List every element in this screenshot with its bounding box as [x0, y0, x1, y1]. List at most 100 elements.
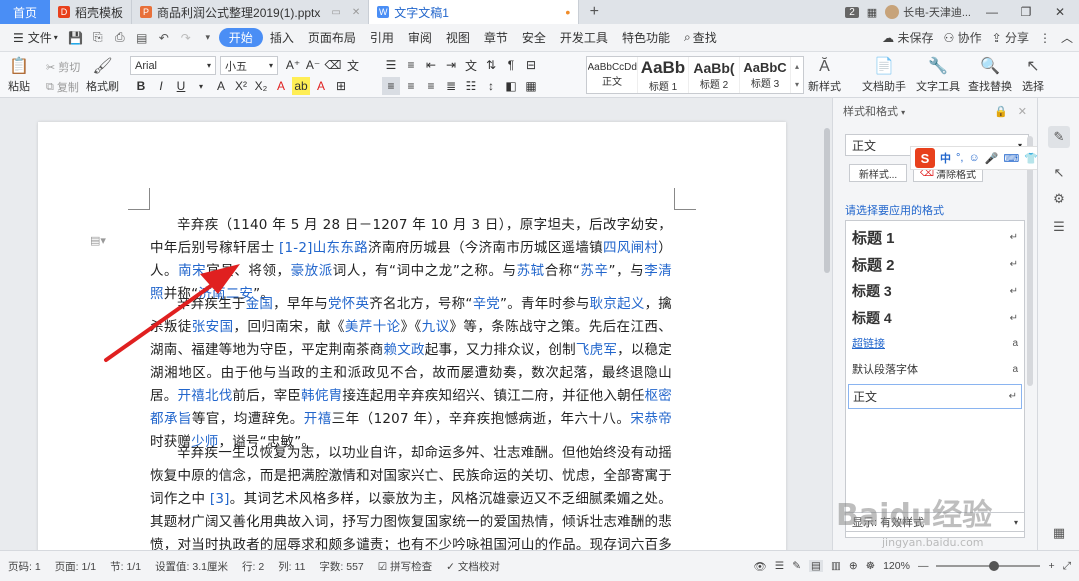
align-right-icon[interactable]: ≡ — [422, 77, 440, 95]
paragraph-layout-icon[interactable]: ▤▾ — [90, 234, 106, 247]
page-count[interactable]: 页面: 1/1 — [55, 559, 96, 574]
search-box[interactable]: ⌕ 查找 — [677, 27, 724, 49]
find-replace-button[interactable]: 🔍 查找替换 — [968, 56, 1012, 94]
close-window-button[interactable]: ✕ — [1047, 5, 1073, 19]
eye-icon[interactable]: 👁 — [753, 560, 766, 573]
new-style-panel-button[interactable]: 新样式... — [849, 164, 907, 182]
zoom-slider[interactable] — [936, 561, 1041, 571]
new-tab-button[interactable]: + — [579, 0, 609, 24]
lock-icon[interactable]: 🔒 — [994, 105, 1008, 118]
save-icon[interactable]: 💾 — [65, 27, 87, 49]
undo-icon[interactable]: ↶ — [153, 27, 175, 49]
mic-icon[interactable]: 🎤 — [985, 152, 999, 165]
align-center-icon[interactable]: ≡ — [402, 77, 420, 95]
word-count[interactable]: 字数: 557 — [319, 559, 363, 574]
style-item-heading-4[interactable]: 标题 4 ↵ — [852, 308, 1018, 328]
line-spacing-icon[interactable]: ↕ — [482, 77, 500, 95]
tab-review[interactable]: 审阅 — [401, 27, 439, 49]
skin-icon[interactable]: 👕 — [1024, 152, 1038, 165]
copy-button[interactable]: ⧉ 复制 — [46, 79, 79, 95]
sliders-icon[interactable]: ☰ — [1048, 216, 1070, 238]
zoom-in-icon[interactable]: + — [1048, 560, 1054, 572]
tab-chapter[interactable]: 章节 — [477, 27, 515, 49]
web-view-icon[interactable]: ⊕ — [849, 560, 858, 572]
redo-icon[interactable]: ↷ — [175, 27, 197, 49]
link[interactable]: 飞虎军 — [576, 342, 617, 358]
style-heading-3[interactable]: AaBbC 标题 3 — [740, 57, 791, 93]
justify-icon[interactable]: ≣ — [442, 77, 460, 95]
shrink-font-icon[interactable]: A⁻ — [304, 56, 322, 74]
link[interactable]: 金国 — [246, 296, 273, 312]
tab-document[interactable]: W 文字文稿1 • — [369, 0, 580, 24]
show-marks-icon[interactable]: ¶ — [502, 56, 520, 74]
page-view-icon[interactable]: ▤ — [809, 560, 823, 572]
home-tab[interactable]: 首页 — [0, 0, 50, 24]
distribute-icon[interactable]: ☷ — [462, 77, 480, 95]
tab-insert[interactable]: 插入 — [263, 27, 301, 49]
grid-icon[interactable]: ▦ — [867, 6, 877, 19]
reading-view-icon[interactable]: ☸ — [866, 560, 875, 572]
text-color-icon[interactable]: A — [312, 77, 330, 95]
link[interactable]: 南宋 — [178, 263, 206, 279]
numbered-list-icon[interactable]: ≡ — [402, 56, 420, 74]
superscript-icon[interactable]: X² — [232, 77, 250, 95]
underline-icon[interactable]: U — [172, 77, 190, 95]
minimize-button[interactable]: — — [979, 5, 1005, 19]
link[interactable]: 耿京起义 — [590, 296, 645, 312]
gallery-scroll[interactable]: ▴ ▾ — [791, 57, 803, 93]
document-page[interactable]: ▤▾ 辛弃疾（1140 年 5 月 28 日－1207 年 10 月 3 日），… — [38, 122, 786, 550]
format-painter-button[interactable]: 🖌 格式刷 — [86, 56, 119, 94]
style-heading-2[interactable]: AaBb( 标题 2 — [689, 57, 740, 93]
section-info[interactable]: 节: 1/1 — [110, 559, 141, 574]
clear-format-icon[interactable]: ⌫ — [324, 56, 342, 74]
link[interactable]: 赖文政 — [384, 342, 425, 358]
link[interactable]: 宋恭帝 — [630, 411, 672, 427]
link[interactable]: 韩侂胄 — [301, 388, 342, 404]
export-icon[interactable]: ⎘ — [87, 27, 109, 49]
adjust-icon[interactable]: ⚙ — [1048, 188, 1070, 210]
more-icon[interactable]: ▾ — [197, 27, 219, 49]
unsaved-status[interactable]: ☁ 未保存 — [882, 29, 933, 46]
share-button[interactable]: ⇪ 分享 — [992, 29, 1029, 46]
select-button[interactable]: ↖ 选择 — [1022, 56, 1044, 94]
close-panel-icon[interactable]: ✕ — [1018, 105, 1027, 118]
list-view-icon[interactable]: ☰ — [775, 560, 784, 572]
paste-button[interactable]: 📋 粘贴 — [8, 56, 30, 94]
tab-developer[interactable]: 开发工具 — [553, 27, 615, 49]
strikethrough-icon[interactable]: A — [212, 77, 230, 95]
font-color-icon[interactable]: A — [272, 77, 290, 95]
link[interactable]: 开禧 — [304, 411, 332, 427]
link[interactable]: 苏辛 — [580, 263, 608, 279]
link[interactable]: 山东东路 — [313, 240, 368, 256]
apps-icon[interactable]: ▦ — [1048, 522, 1070, 544]
page-number[interactable]: 页码: 1 — [8, 559, 41, 574]
window-count-badge[interactable]: 2 — [845, 6, 859, 18]
edit-view-icon[interactable]: ✎ — [792, 560, 801, 572]
document-scrollbar[interactable] — [822, 128, 832, 548]
style-item-heading-2[interactable]: 标题 2 ↵ — [852, 254, 1018, 275]
style-item-heading-3[interactable]: 标题 3 ↵ — [852, 281, 1018, 301]
document-canvas[interactable]: ▤▾ 辛弃疾（1140 年 5 月 28 日－1207 年 10 月 3 日），… — [0, 98, 822, 550]
style-item-default-font[interactable]: 默认段落字体 a — [852, 361, 1018, 377]
italic-icon[interactable]: I — [152, 77, 170, 95]
spell-check-button[interactable]: ☑ 拼写检查 — [378, 559, 432, 574]
tab-features[interactable]: 特色功能 — [615, 27, 677, 49]
asian-layout-icon[interactable]: 文 — [462, 56, 480, 74]
monitor-icon[interactable]: ▭ — [331, 7, 340, 18]
restore-button[interactable]: ❐ — [1013, 5, 1039, 19]
collab-button[interactable]: ⚇ 协作 — [943, 29, 981, 46]
collapse-ribbon-icon[interactable]: ︿ — [1061, 29, 1073, 46]
style-normal[interactable]: AaBbCcDd 正文 — [587, 57, 638, 93]
text-tools-button[interactable]: 🔧 文字工具 — [916, 56, 960, 94]
tab-security[interactable]: 安全 — [515, 27, 553, 49]
style-heading-1[interactable]: AaBb 标题 1 — [638, 57, 689, 93]
highlight-icon[interactable]: ab — [292, 77, 310, 95]
file-menu[interactable]: ☰ 文件 ▾ — [6, 27, 65, 49]
paragraph-2[interactable]: 辛弃疾生于金国，早年与党怀英齐名北方，号称“辛党”。青年时参与耿京起义，擒杀叛徒… — [150, 293, 672, 454]
proofread-button[interactable]: ✓ 文档校对 — [446, 559, 500, 574]
emoji-icon[interactable]: ☺ — [968, 152, 979, 164]
link[interactable]: 党怀英 — [328, 296, 369, 312]
tab-page-layout[interactable]: 页面布局 — [301, 27, 363, 49]
bullet-list-icon[interactable]: ☰ — [382, 56, 400, 74]
tab-references[interactable]: 引用 — [363, 27, 401, 49]
